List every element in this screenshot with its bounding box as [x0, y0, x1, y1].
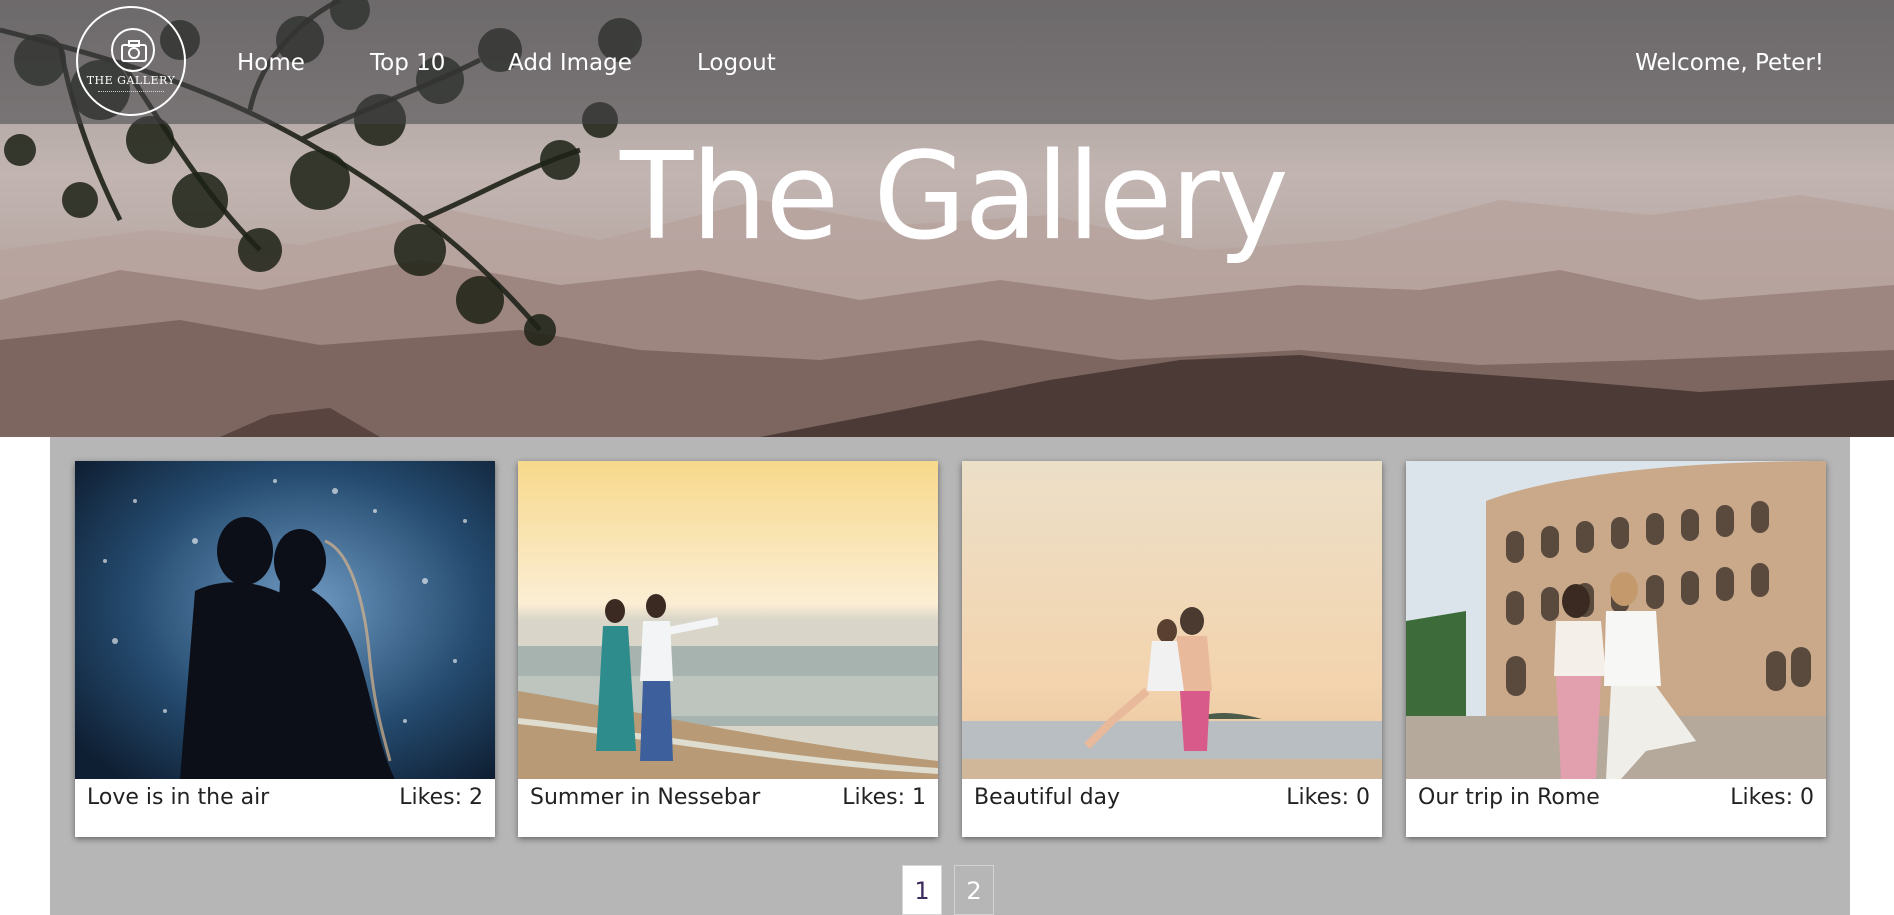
card-photo[interactable]: [75, 461, 495, 779]
gallery-card-4[interactable]: Our trip in Rome Likes: 0: [1406, 461, 1826, 837]
card-likes: Likes: 0: [1286, 785, 1370, 810]
gallery-card-1[interactable]: Love is in the air Likes: 2: [75, 461, 495, 837]
card-photo[interactable]: [962, 461, 1382, 779]
camera-icon: [111, 28, 155, 72]
gallery-card-3[interactable]: Beautiful day Likes: 0: [962, 461, 1382, 837]
hero-title: The Gallery: [620, 128, 1289, 267]
card-likes: Likes: 0: [1730, 785, 1814, 810]
card-photo[interactable]: [1406, 461, 1826, 779]
nav-link-add-image[interactable]: Add Image: [508, 48, 632, 78]
card-title: Summer in Nessebar: [530, 785, 761, 810]
nav-link-top-10[interactable]: Top 10: [370, 48, 445, 78]
logo-text: THE GALLERY: [86, 74, 176, 87]
card-title: Love is in the air: [87, 785, 270, 810]
gallery-grid: Love is in the air Likes: 2 Summer in Ne…: [50, 437, 1850, 915]
nav-link-logout[interactable]: Logout: [697, 48, 776, 78]
card-title: Our trip in Rome: [1418, 785, 1600, 810]
welcome-message: Welcome, Peter!: [1635, 50, 1824, 76]
gallery-card-2[interactable]: Summer in Nessebar Likes: 1: [518, 461, 938, 837]
nav-link-home[interactable]: Home: [237, 48, 305, 78]
card-likes: Likes: 2: [399, 785, 483, 810]
card-photo[interactable]: [518, 461, 938, 779]
card-likes: Likes: 1: [842, 785, 926, 810]
pagination-page-2[interactable]: 2: [954, 865, 994, 915]
card-title: Beautiful day: [974, 785, 1121, 810]
navbar: THE GALLERY Home Top 10 Add Image Logout…: [0, 0, 1894, 124]
hero-banner: THE GALLERY Home Top 10 Add Image Logout…: [0, 0, 1894, 437]
pagination-page-1[interactable]: 1: [902, 865, 942, 915]
site-logo[interactable]: THE GALLERY: [76, 6, 186, 116]
logo-divider: [98, 91, 164, 93]
page: THE GALLERY Home Top 10 Add Image Logout…: [0, 0, 1894, 915]
